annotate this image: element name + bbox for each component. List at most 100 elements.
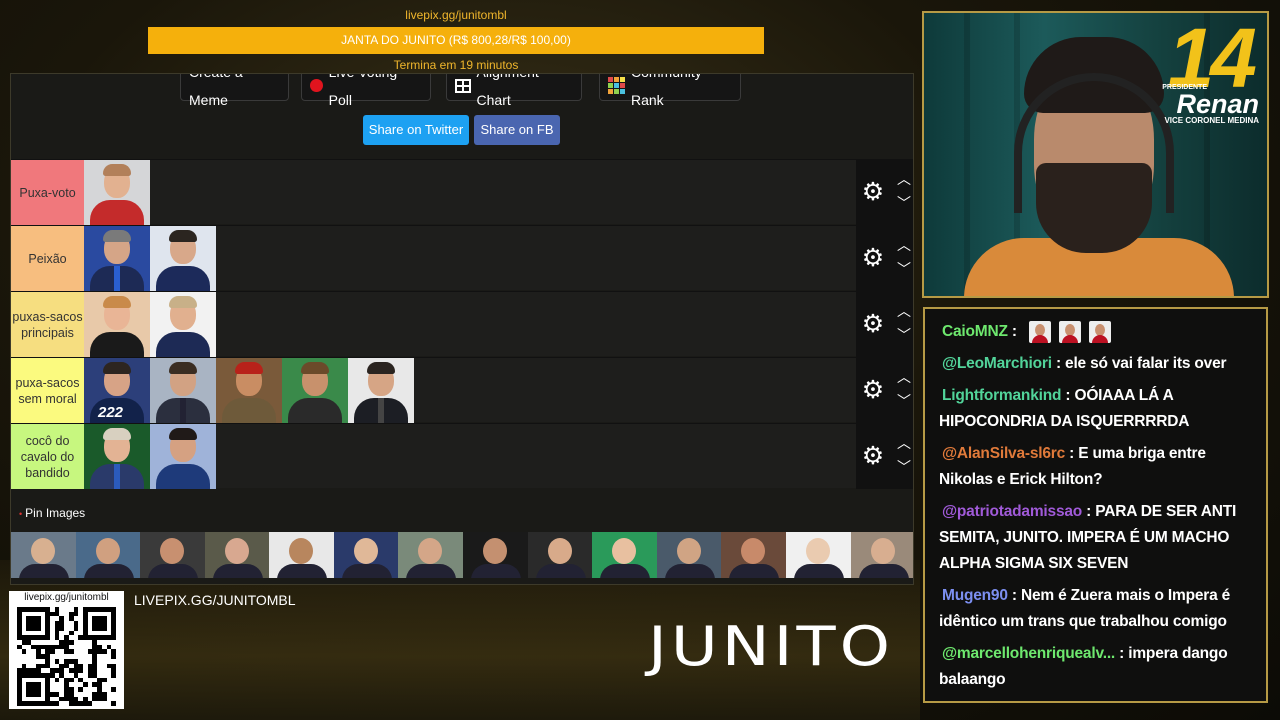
chat-username[interactable]: @LeoMarchiori — [942, 355, 1052, 372]
create-meme-button[interactable]: Create a Meme — [180, 74, 289, 108]
portrait-face — [353, 538, 378, 564]
portrait-body — [288, 398, 342, 423]
portrait-face — [483, 538, 508, 564]
pin-image[interactable] — [204, 532, 270, 578]
emote-icon — [1058, 320, 1081, 343]
donation-url: livepix.gg/junitombl — [405, 8, 507, 22]
portrait-body — [406, 564, 457, 578]
live-voting-button[interactable]: Live Voting Poll — [301, 74, 431, 108]
tier-label[interactable]: puxa-sacos sem moral — [11, 358, 84, 423]
pin-image[interactable] — [785, 532, 851, 578]
portrait-face — [547, 538, 572, 564]
portrait-face — [612, 538, 637, 564]
tier-item-image[interactable] — [150, 358, 216, 423]
pin-image[interactable] — [75, 532, 141, 578]
pin-image[interactable] — [721, 532, 786, 578]
pin-image[interactable] — [11, 532, 76, 578]
curtain-fold — [964, 13, 970, 296]
chat-message: CaioMNZ : — [939, 319, 1252, 345]
gear-icon[interactable]: ⚙ — [861, 246, 885, 271]
chat-username[interactable]: CaioMNZ — [942, 323, 1008, 340]
tier-item-image[interactable] — [216, 358, 282, 423]
portrait-hair — [169, 362, 197, 374]
portrait-face — [289, 538, 314, 564]
tier-item-image[interactable] — [150, 292, 216, 357]
pin-image[interactable] — [656, 532, 722, 578]
gear-icon[interactable]: ⚙ — [861, 180, 885, 205]
portrait-face — [160, 538, 185, 564]
channel-logo: JUNITO — [648, 615, 894, 679]
share-twitter-button[interactable]: Share on Twitter — [363, 115, 469, 145]
portrait-body — [471, 564, 522, 578]
tier-item-image[interactable] — [84, 424, 150, 489]
portrait-body — [600, 564, 651, 578]
tier-item-image[interactable] — [348, 358, 414, 423]
portrait-badge: 222 — [98, 404, 124, 421]
tier-label[interactable]: puxas-sacos principais — [11, 292, 84, 357]
pin-image[interactable] — [333, 532, 399, 578]
move-up-icon[interactable]: ︿ — [894, 436, 913, 450]
chat-username[interactable]: Mugen90 — [942, 587, 1008, 604]
move-down-icon[interactable]: ﹀ — [894, 328, 913, 342]
community-rank-button[interactable]: Community Rank — [599, 74, 741, 108]
pin-image[interactable] — [269, 532, 334, 578]
move-down-icon[interactable]: ﹀ — [894, 460, 913, 474]
move-down-icon[interactable]: ﹀ — [894, 394, 913, 408]
tier-label[interactable]: Puxa-voto — [11, 160, 84, 225]
tier-item-image[interactable] — [150, 226, 216, 291]
tier-item-image[interactable]: 222 — [84, 358, 150, 423]
portrait-tie — [180, 332, 186, 357]
move-up-icon[interactable]: ︿ — [894, 304, 913, 318]
move-up-icon[interactable]: ︿ — [894, 172, 913, 186]
move-up-icon[interactable]: ︿ — [894, 370, 913, 384]
chat-username[interactable]: Lightformankind — [942, 387, 1061, 404]
pin-image[interactable] — [850, 532, 913, 578]
pin-images-label: Pin Images — [19, 506, 85, 520]
emote-icon — [1028, 320, 1051, 343]
portrait-body — [83, 564, 134, 578]
pin-image[interactable] — [592, 532, 657, 578]
chat-message: @marcellohenriquealv... : impera dango b… — [939, 641, 1252, 693]
portrait-tie — [180, 398, 186, 423]
chat-separator: : — [1051, 355, 1066, 372]
gear-icon[interactable]: ⚙ — [861, 444, 885, 469]
portrait-body — [148, 564, 199, 578]
portrait-hair — [367, 362, 395, 374]
qr-url-label: livepix.gg/junitombl — [24, 592, 109, 603]
tier-item-image[interactable] — [150, 424, 216, 489]
gear-icon[interactable]: ⚙ — [861, 378, 885, 403]
qr-code-card: livepix.gg/junitombl — [9, 591, 124, 709]
gear-icon[interactable]: ⚙ — [861, 312, 885, 337]
tier-label[interactable]: Peixão — [11, 226, 84, 291]
record-dot-icon — [310, 79, 323, 92]
donation-goal-bar: JANTA DO JUNITO (R$ 800,28/R$ 100,00) — [148, 27, 764, 54]
chat-username[interactable]: @AlanSilva-sl6rc — [942, 445, 1065, 462]
pin-image[interactable] — [463, 532, 528, 578]
chat-message: @AlanSilva-sl6rc : E uma briga entre Nik… — [939, 441, 1252, 493]
livepix-caption: LIVEPIX.GG/JUNITOMBL — [134, 592, 296, 608]
tier-controls: ⚙ ︿ ﹀ — [856, 292, 913, 357]
pin-image[interactable] — [140, 532, 205, 578]
tier-item-image[interactable] — [84, 160, 150, 225]
move-down-icon[interactable]: ﹀ — [894, 262, 913, 276]
tier-label[interactable]: cocô do cavalo do bandido — [11, 424, 84, 489]
chat-username[interactable]: @marcellohenriquealv... — [942, 645, 1115, 662]
webcam-overlay: 14 PRESIDENTE Renan VICE CORONEL MEDINA — [922, 11, 1269, 298]
tier-row: Puxa-voto ⚙ ︿ ﹀ — [11, 159, 913, 225]
tier-controls: ⚙ ︿ ﹀ — [856, 160, 913, 225]
move-up-icon[interactable]: ︿ — [894, 238, 913, 252]
portrait-body — [277, 564, 328, 578]
chat-username[interactable]: @patriotadamissao — [942, 503, 1082, 520]
pin-image[interactable] — [398, 532, 464, 578]
share-facebook-button[interactable]: Share on FB — [474, 115, 560, 145]
portrait-tie — [114, 464, 120, 489]
tier-row: Peixão ⚙ ︿ ﹀ — [11, 225, 913, 291]
alignment-chart-button[interactable]: Alignment Chart — [446, 74, 582, 108]
chat-message: Lightformankind : OÓIAAA LÁ A HIPOCONDRI… — [939, 383, 1252, 435]
tier-item-image[interactable] — [84, 292, 150, 357]
tier-item-image[interactable] — [282, 358, 348, 423]
pin-image[interactable] — [527, 532, 593, 578]
move-down-icon[interactable]: ﹀ — [894, 196, 913, 210]
tier-item-image[interactable] — [84, 226, 150, 291]
portrait-hair — [103, 230, 131, 242]
